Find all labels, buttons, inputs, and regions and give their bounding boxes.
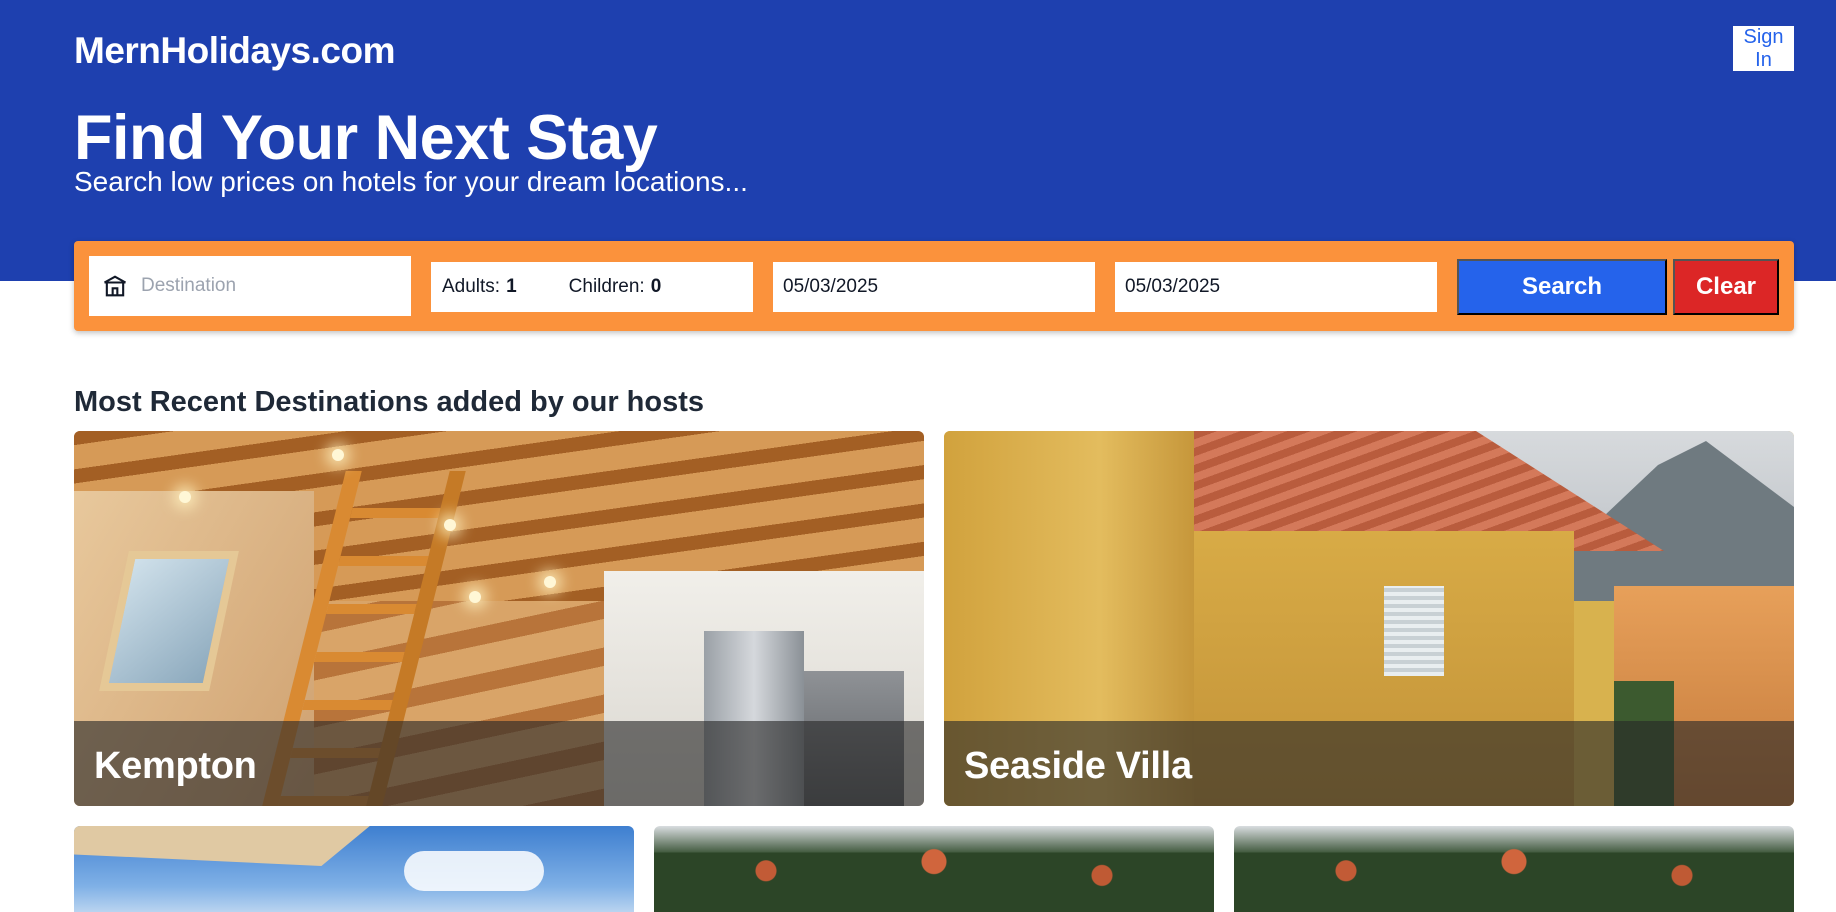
children-stepper[interactable]: Children: 0 xyxy=(569,276,662,298)
town-roofs xyxy=(654,834,1214,912)
destination-card[interactable] xyxy=(654,826,1214,912)
destination-card-seaside-villa[interactable]: Seaside Villa xyxy=(944,431,1794,806)
destination-card[interactable] xyxy=(1234,826,1794,912)
brand-logo[interactable]: MernHolidays.com xyxy=(74,30,395,72)
town-roofs xyxy=(1234,834,1794,912)
search-button[interactable]: Search xyxy=(1457,259,1667,315)
destination-card-kempton[interactable]: Kempton xyxy=(74,431,924,806)
card-image xyxy=(74,826,634,912)
search-bar: Destination Adults: 1 Children: 0 05/03/… xyxy=(74,241,1794,331)
card-image xyxy=(1234,826,1794,912)
destination-input[interactable]: Destination xyxy=(141,275,236,297)
umbrella xyxy=(74,826,394,866)
hero-title: Find Your Next Stay xyxy=(74,103,658,173)
destination-card[interactable] xyxy=(74,826,634,912)
hero-banner: MernHolidays.com Sign In Find Your Next … xyxy=(0,0,1836,281)
recent-destinations-heading: Most Recent Destinations added by our ho… xyxy=(74,386,705,418)
card-title[interactable]: Seaside Villa xyxy=(964,745,1192,788)
clear-button[interactable]: Clear xyxy=(1673,259,1779,315)
hero-subtitle: Search low prices on hotels for your dre… xyxy=(74,166,748,197)
cloud xyxy=(404,851,544,891)
shutter-window xyxy=(1384,586,1444,676)
children-value[interactable]: 0 xyxy=(651,276,662,298)
adults-value[interactable]: 1 xyxy=(506,276,517,298)
children-label: Children: xyxy=(568,276,645,297)
sign-in-button[interactable]: Sign In xyxy=(1733,26,1794,71)
check-out-date-field[interactable]: 05/03/2025 xyxy=(1115,262,1437,312)
adults-stepper[interactable]: Adults: 1 xyxy=(442,276,517,298)
card-title[interactable]: Kempton xyxy=(94,745,257,788)
card-image xyxy=(654,826,1214,912)
adults-label: Adults: xyxy=(442,276,501,297)
guests-field: Adults: 1 Children: 0 xyxy=(431,262,753,312)
building-icon xyxy=(103,275,127,297)
destination-field[interactable]: Destination xyxy=(89,256,411,316)
check-in-date-field[interactable]: 05/03/2025 xyxy=(773,262,1095,312)
